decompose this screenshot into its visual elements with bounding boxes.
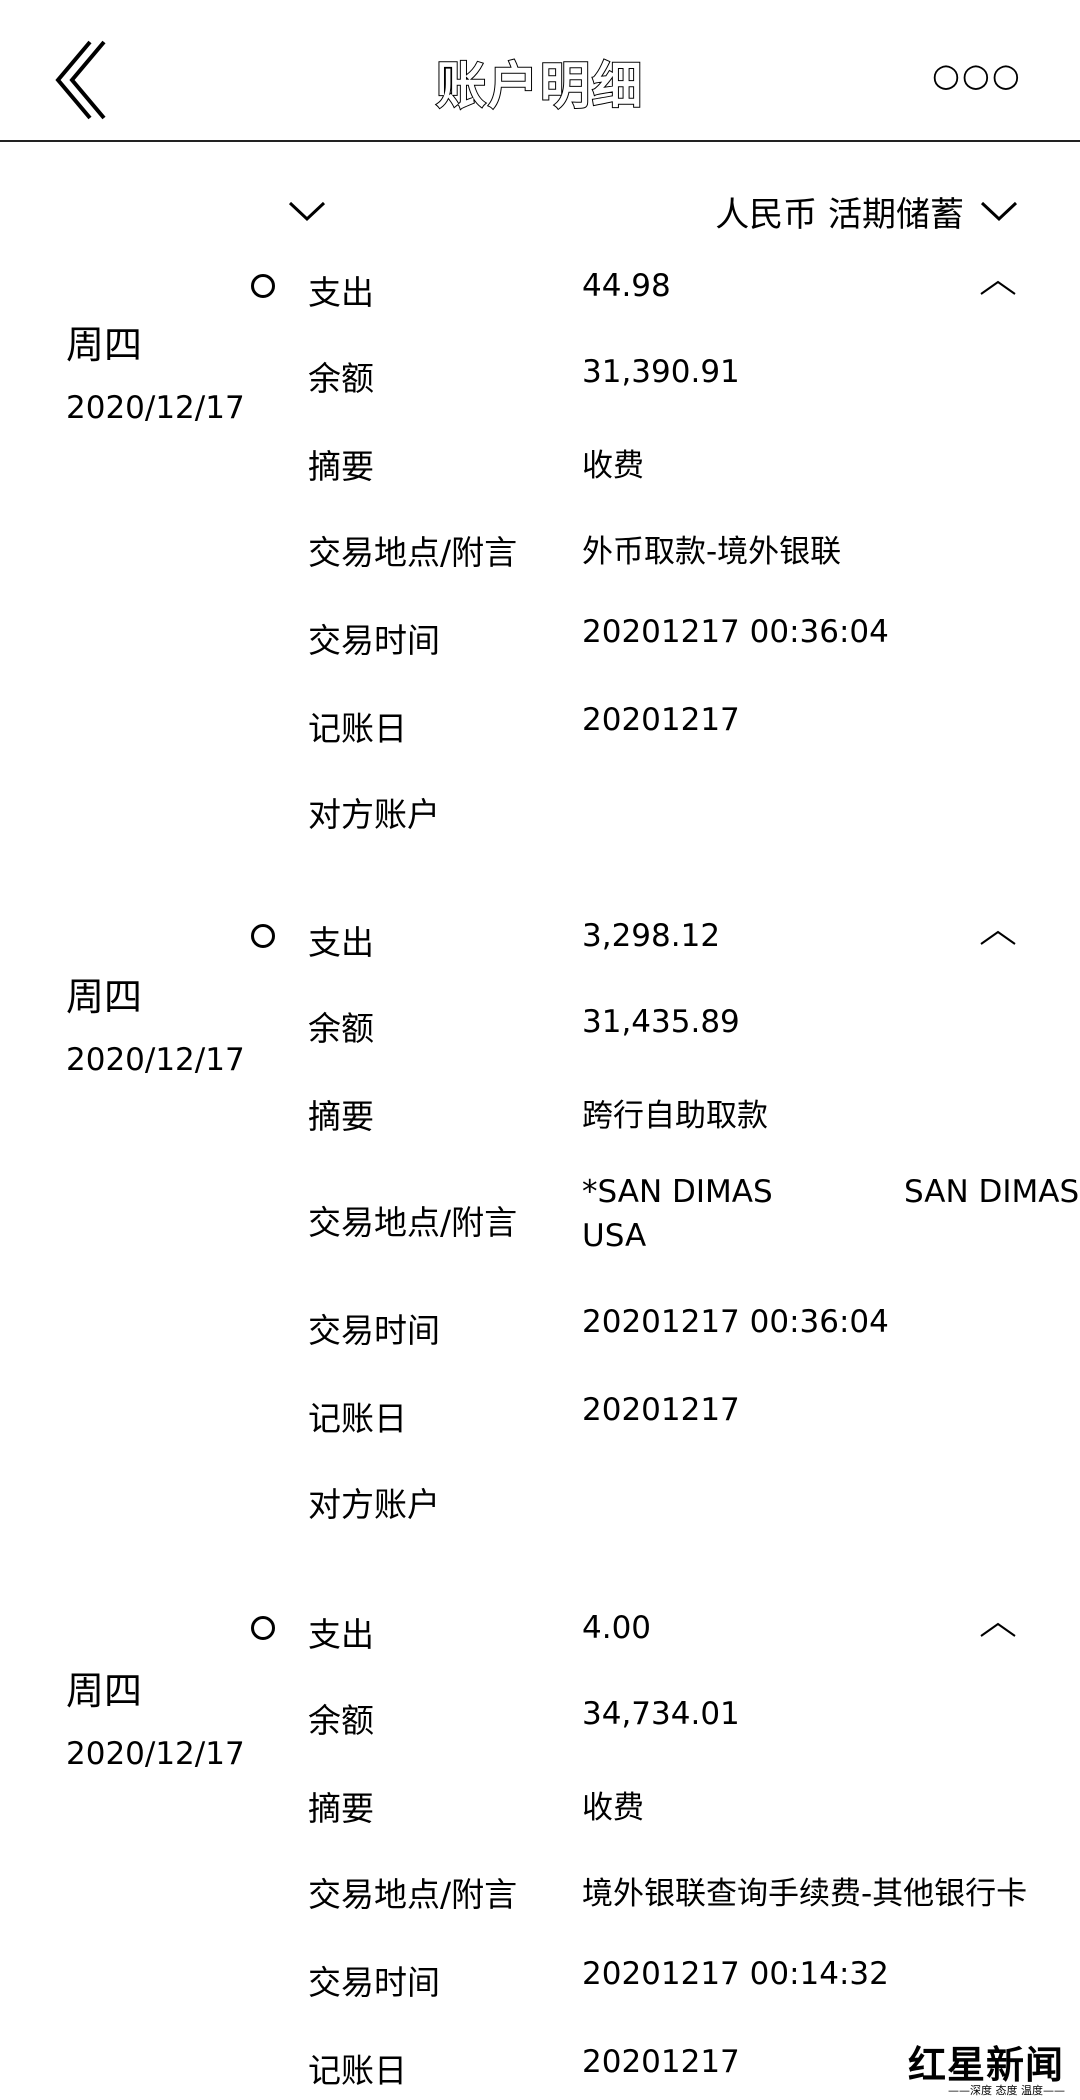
watermark-tagline: ——深度 态度 温度—— — [948, 2084, 1065, 2097]
counter-account-label: 对方账户 — [308, 795, 440, 834]
post-date-label: 记账日 — [308, 2051, 407, 2090]
time-label: 交易时间 — [308, 1311, 440, 1350]
page-title: 账户明细 — [435, 56, 644, 116]
location-label: 交易地点/附言 — [308, 1875, 518, 1914]
date-label: 2020/12/17 — [66, 1042, 245, 1078]
balance-label: 余额 — [308, 1701, 374, 1740]
balance-label: 余额 — [308, 359, 374, 398]
currency-select[interactable]: 人民币 活期储蓄 — [715, 176, 1018, 246]
amount-value: 44.98 — [582, 268, 671, 304]
amount-value: 4.00 — [582, 1610, 652, 1646]
location-country-value: USA — [582, 1218, 647, 1254]
post-date-value: 20201217 — [582, 702, 740, 738]
summary-value: 收费 — [582, 1790, 644, 1826]
radio-icon[interactable] — [251, 274, 275, 298]
filter-bar: 人民币 活期储蓄 — [0, 176, 1080, 246]
type-label: 支出 — [308, 1615, 374, 1654]
weekday-label: 周四 — [66, 975, 143, 1019]
more-dots-icon[interactable]: ○○○ — [932, 56, 1020, 96]
chevron-down-icon — [288, 201, 326, 222]
summary-value: 收费 — [582, 448, 644, 484]
transaction-card[interactable]: 支出 3,298.12 周四 2020/12/17 余额 31,435.89 摘… — [0, 912, 1080, 1552]
type-label: 支出 — [308, 923, 374, 962]
location-value: 外币取款-境外银联 — [582, 534, 842, 570]
header-bar: 账户明细 ○○○ — [0, 0, 1080, 142]
post-date-label: 记账日 — [308, 1399, 407, 1438]
time-value: 20201217 00:36:04 — [582, 614, 889, 650]
weekday-label: 周四 — [66, 323, 143, 367]
watermark-brand: 红星新闻 — [908, 2042, 1065, 2087]
location-value: *SAN DIMAS — [582, 1174, 773, 1210]
post-date-value: 20201217 — [582, 2044, 740, 2080]
time-value: 20201217 00:36:04 — [582, 1304, 889, 1340]
post-date-value: 20201217 — [582, 1392, 740, 1428]
balance-value: 31,390.91 — [582, 354, 740, 390]
type-label: 支出 — [308, 273, 374, 312]
transaction-card[interactable]: 支出 44.98 周四 2020/12/17 余额 31,390.91 摘要 收… — [0, 262, 1080, 862]
date-label: 2020/12/17 — [66, 390, 245, 426]
location-value: 境外银联查询手续费-其他银行卡 — [582, 1876, 1028, 1912]
summary-label: 摘要 — [308, 1789, 374, 1828]
balance-value: 31,435.89 — [582, 1004, 740, 1040]
date-label: 2020/12/17 — [66, 1736, 245, 1772]
summary-label: 摘要 — [308, 1097, 374, 1136]
balance-value: 34,734.01 — [582, 1696, 740, 1732]
radio-icon[interactable] — [251, 1616, 275, 1640]
time-label: 交易时间 — [308, 1963, 440, 2002]
amount-value: 3,298.12 — [582, 918, 721, 954]
chevron-up-icon[interactable] — [978, 1620, 1018, 1640]
location-label: 交易地点/附言 — [308, 1203, 518, 1242]
news-watermark-logo: 红星新闻 ——深度 态度 温度—— — [908, 2034, 1078, 2100]
summary-label: 摘要 — [308, 447, 374, 486]
weekday-label: 周四 — [66, 1669, 143, 1713]
currency-select-label: 人民币 活期储蓄 — [715, 194, 964, 235]
location-label: 交易地点/附言 — [308, 533, 518, 572]
chevron-down-icon — [980, 201, 1018, 222]
location-city-value: SAN DIMAS — [904, 1174, 1080, 1210]
summary-value: 跨行自助取款 — [582, 1098, 768, 1134]
radio-icon[interactable] — [251, 924, 275, 948]
time-label: 交易时间 — [308, 621, 440, 660]
account-select[interactable] — [60, 176, 340, 246]
post-date-label: 记账日 — [308, 709, 407, 748]
chevron-up-icon[interactable] — [978, 928, 1018, 948]
transaction-card[interactable]: 支出 4.00 周四 2020/12/17 余额 34,734.01 摘要 收费… — [0, 1604, 1080, 2100]
balance-label: 余额 — [308, 1009, 374, 1048]
chevron-up-icon[interactable] — [978, 278, 1018, 298]
counter-account-label: 对方账户 — [308, 1485, 440, 1524]
time-value: 20201217 00:14:32 — [582, 1956, 889, 1992]
